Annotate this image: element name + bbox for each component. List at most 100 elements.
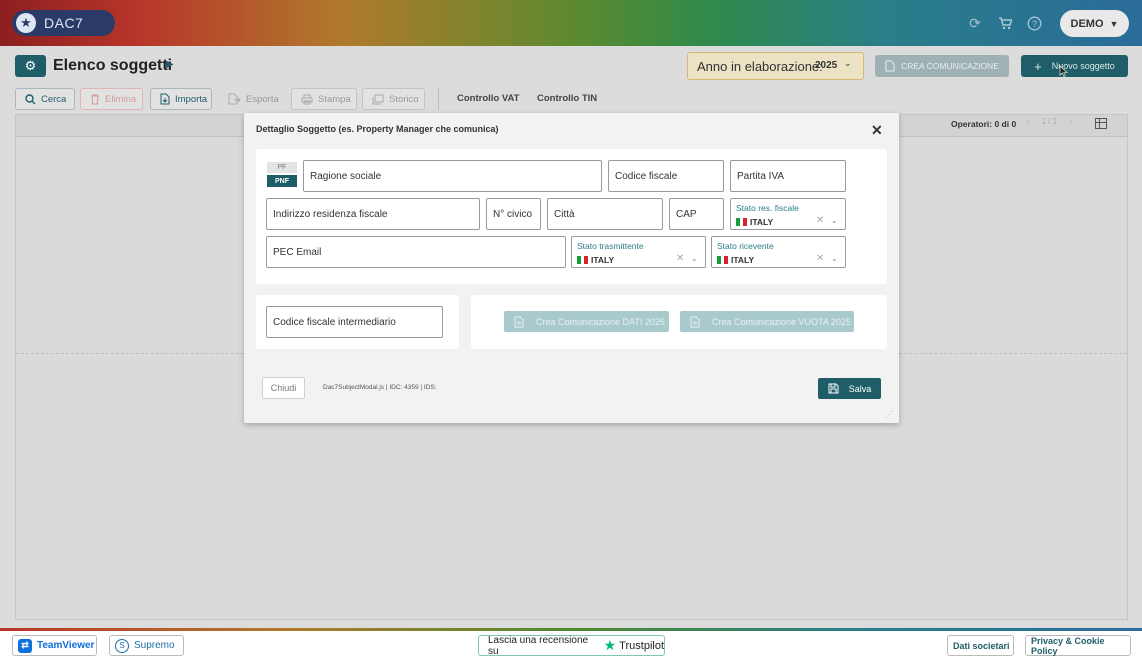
plus-icon: +: [1034, 58, 1042, 74]
gear-icon: ⚙: [24, 58, 37, 73]
codice-fiscale-field[interactable]: Codice fiscale: [608, 160, 724, 192]
clear-icon[interactable]: ✕: [816, 253, 824, 264]
storico-button[interactable]: Storico: [362, 88, 425, 110]
stato-res-value-text: ITALY: [750, 217, 774, 227]
esporta-button[interactable]: Esporta: [218, 88, 284, 110]
anno-value: 2025: [815, 60, 838, 71]
indirizzo-field[interactable]: Indirizzo residenza fiscale: [266, 198, 480, 230]
cap-field[interactable]: CAP: [669, 198, 724, 230]
user-menu-button[interactable]: DEMO ▼: [1060, 10, 1129, 37]
salva-button[interactable]: Salva: [818, 378, 881, 399]
crea-dati-label: Crea Comunicazione DATI 2025: [536, 316, 665, 327]
stato-trasm-label: Stato trasmittente: [577, 241, 644, 251]
elimina-button[interactable]: Elimina: [80, 88, 143, 110]
crea-vuota-label: Crea Comunicazione VUOTA 2025: [712, 316, 851, 327]
clear-icon[interactable]: ✕: [816, 215, 824, 226]
cerca-button[interactable]: Cerca: [15, 88, 75, 110]
salva-label: Salva: [848, 383, 872, 394]
stato-trasmittente-select[interactable]: Stato trasmittente ITALY ✕ ⌄: [571, 236, 706, 268]
trustpilot-review-button[interactable]: Lascia una recensione su ★ Trustpilot: [478, 634, 665, 657]
chevron-down-icon: ▼: [1109, 18, 1119, 29]
document-icon: [885, 60, 895, 72]
app-logo[interactable]: ★ DAC7: [12, 10, 115, 36]
teamviewer-icon: ⇄: [18, 638, 32, 653]
modal-debug-info: Dac7SubjectModal.js | IDC: 4359 | IDS:: [323, 384, 437, 391]
partita-iva-field[interactable]: Partita IVA: [730, 160, 846, 192]
page-indicator: 1 / 1: [1041, 117, 1058, 126]
supremo-button[interactable]: S Supremo: [109, 635, 184, 656]
document-icon: [690, 316, 700, 327]
anno-selector[interactable]: Anno in elaborazione: 2025 ⌄: [687, 52, 864, 80]
star-logo-icon: ★: [16, 13, 36, 33]
chevron-down-icon[interactable]: ⌄: [831, 254, 838, 263]
mouse-cursor-icon: [1059, 65, 1068, 77]
controllo-tin-link[interactable]: Controllo TIN: [537, 93, 597, 104]
cf-intermediario-field[interactable]: Codice fiscale intermediario: [266, 306, 443, 338]
sync-icon[interactable]: ⟳: [966, 14, 984, 32]
help-icon[interactable]: ?: [1025, 14, 1043, 32]
search-icon: [25, 93, 36, 104]
next-page-icon[interactable]: ›: [1069, 117, 1072, 126]
chevron-down-icon[interactable]: ⌄: [691, 254, 698, 263]
pagination: ‹ 1 / 1 ›: [1027, 117, 1072, 126]
crea-comunicazione-dati-button[interactable]: Crea Comunicazione DATI 2025: [504, 311, 669, 332]
cart-icon[interactable]: [996, 14, 1014, 32]
prev-page-icon[interactable]: ‹: [1027, 117, 1030, 126]
top-header: ★ DAC7 ⟳ ? DEMO ▼: [0, 0, 1142, 46]
importa-button[interactable]: Importa: [150, 88, 212, 110]
esporta-label: Esporta: [246, 93, 279, 105]
trustpilot-label: Trustpilot: [619, 639, 664, 652]
svg-text:?: ?: [1031, 19, 1036, 29]
crea-comunicazione-button[interactable]: CREA COMUNICAZIONE: [875, 55, 1009, 77]
pnf-toggle[interactable]: PNF: [267, 175, 297, 187]
crea-comunicazione-vuota-button[interactable]: Crea Comunicazione VUOTA 2025: [680, 311, 854, 332]
stampa-button[interactable]: Stampa: [291, 88, 357, 110]
nuovo-soggetto-button[interactable]: + Nuovo soggetto: [1021, 55, 1128, 77]
stato-ricevente-select[interactable]: Stato ricevente ITALY ✕ ⌄: [711, 236, 846, 268]
stato-ric-label: Stato ricevente: [717, 241, 774, 251]
anno-label: Anno in elaborazione:: [697, 58, 823, 74]
chevron-down-icon: ⌄: [844, 58, 852, 68]
user-label: DEMO: [1070, 17, 1104, 30]
elimina-label: Elimina: [105, 93, 137, 105]
toolbar-divider: [438, 88, 439, 110]
teamviewer-button[interactable]: ⇄ TeamViewer: [12, 635, 97, 656]
page-title: Elenco soggetti: [53, 57, 173, 74]
settings-button[interactable]: ⚙: [15, 55, 46, 77]
table-layout-icon[interactable]: [1095, 118, 1107, 129]
document-icon: [514, 316, 524, 327]
supremo-icon: S: [115, 638, 129, 653]
resize-handle-icon[interactable]: ⋰: [885, 409, 894, 420]
pf-toggle[interactable]: PF: [267, 162, 297, 173]
citta-field[interactable]: Città: [547, 198, 663, 230]
stato-ric-value: ITALY: [717, 255, 754, 265]
chevron-down-icon[interactable]: ⌄: [831, 216, 838, 225]
chiudi-button[interactable]: Chiudi: [262, 377, 305, 399]
teamviewer-label: TeamViewer: [37, 640, 95, 651]
review-text: Lascia una recensione su: [488, 634, 589, 657]
stato-trasm-value: ITALY: [577, 255, 614, 265]
export-file-icon: [228, 93, 241, 105]
play-icon[interactable]: ▶: [166, 59, 174, 70]
modal-title: Dettaglio Soggetto (es. Property Manager…: [256, 124, 499, 134]
stato-res-fiscale-select[interactable]: Stato res. fiscale ITALY ✕ ⌄: [730, 198, 846, 230]
ragione-sociale-field[interactable]: Ragione sociale: [303, 160, 602, 192]
clear-icon[interactable]: ✕: [676, 253, 684, 264]
supremo-label: Supremo: [134, 640, 175, 651]
privacy-button[interactable]: Privacy & Cookie Policy: [1025, 635, 1131, 656]
stato-trasm-value-text: ITALY: [591, 255, 615, 265]
stato-ric-value-text: ITALY: [731, 255, 755, 265]
controllo-vat-link[interactable]: Controllo VAT: [457, 93, 519, 104]
close-icon[interactable]: ✕: [871, 122, 883, 139]
pec-email-field[interactable]: PEC Email: [266, 236, 566, 268]
history-stack-icon: [372, 94, 384, 104]
logo-text: DAC7: [44, 15, 84, 31]
importa-label: Importa: [175, 93, 208, 105]
dati-societari-button[interactable]: Dati societari: [947, 635, 1014, 656]
italy-flag-icon: [577, 256, 589, 264]
save-icon: [828, 383, 839, 394]
civico-field[interactable]: N° civico: [486, 198, 541, 230]
italy-flag-icon: [736, 218, 748, 226]
stato-res-value: ITALY: [736, 217, 773, 227]
storico-label: Storico: [389, 93, 419, 105]
